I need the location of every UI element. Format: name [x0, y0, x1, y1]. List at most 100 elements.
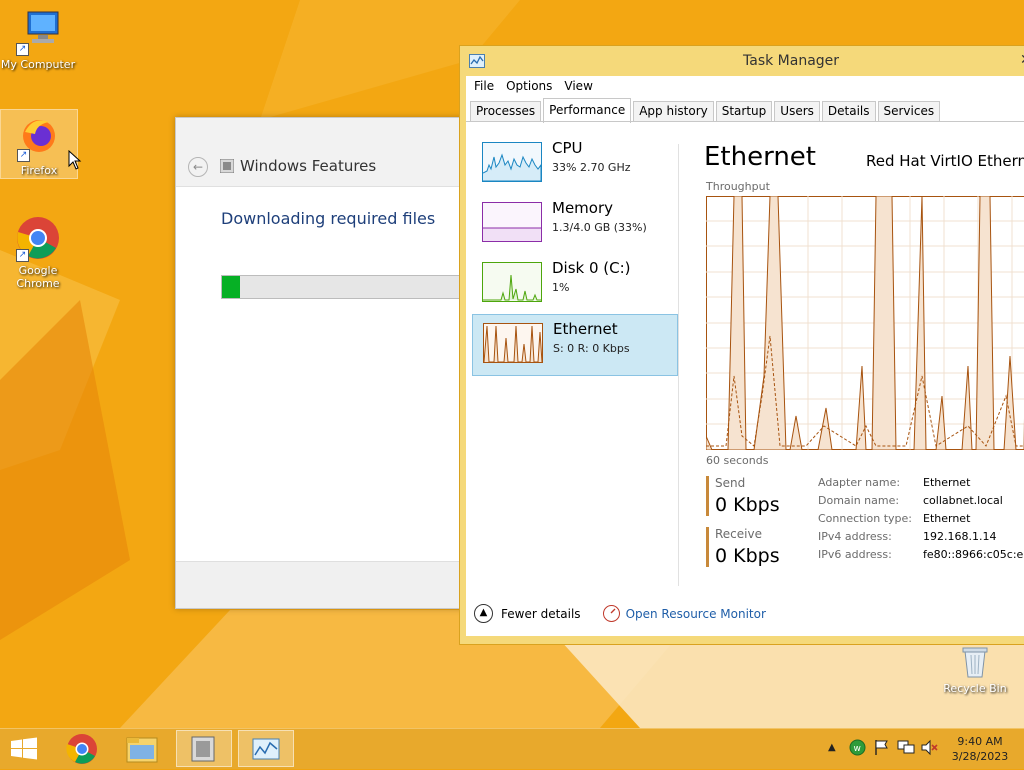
tab-app-history[interactable]: App history: [633, 101, 714, 121]
desktop-icon-google-chrome[interactable]: ↗ Google Chrome: [0, 214, 76, 290]
property-key: Adapter name:: [818, 476, 923, 489]
property-row: Connection type:Ethernet: [818, 512, 1024, 530]
menu-view[interactable]: View: [560, 76, 600, 96]
resource-value: 1.3/4.0 GB (33%): [552, 221, 647, 234]
folder-icon: [114, 730, 170, 767]
resource-value: 33% 2.70 GHz: [552, 161, 631, 174]
system-clock[interactable]: 9:40 AM 3/28/2023: [950, 734, 1010, 764]
resource-name: CPU: [552, 139, 583, 157]
desktop-icon-label: Firefox: [1, 164, 77, 177]
taskbar-task-manager-button[interactable]: [238, 730, 294, 767]
fewer-details-link[interactable]: Fewer details: [501, 607, 581, 621]
network-icon[interactable]: [897, 739, 915, 756]
desktop-icon-my-computer[interactable]: ↗ My Computer: [0, 8, 76, 71]
taskbar: ▲ w 9:40 AM 3/28/2023: [0, 728, 1024, 769]
task-manager-client: File Options View Processes Performance …: [466, 76, 1024, 636]
chrome-icon: [54, 730, 110, 767]
ethernet-thumbnail-graph: [483, 323, 543, 363]
menu-bar: File Options View: [466, 76, 1024, 96]
panel-divider: [678, 144, 679, 586]
download-progress-bar: [221, 275, 478, 299]
desktop-icon-label: Recycle Bin: [938, 682, 1012, 695]
start-button[interactable]: [0, 730, 48, 767]
tab-services[interactable]: Services: [878, 101, 941, 121]
tab-details[interactable]: Details: [822, 101, 876, 121]
desktop-icon-label: Google Chrome: [8, 264, 68, 290]
resource-item-memory[interactable]: Memory 1.3/4.0 GB (33%): [472, 194, 676, 254]
svg-text:w: w: [854, 744, 861, 754]
volume-muted-icon[interactable]: [920, 739, 938, 756]
show-hidden-icons-chevron-icon[interactable]: ▲: [828, 742, 836, 753]
desktop-icon-recycle-bin[interactable]: Recycle Bin: [938, 643, 1012, 695]
back-arrow-icon[interactable]: ←: [188, 157, 208, 177]
mouse-cursor-icon: [68, 150, 82, 170]
send-stat: Send 0 Kbps: [706, 476, 780, 516]
receive-stat: Receive 0 Kbps: [706, 527, 780, 567]
property-key: IPv4 address:: [818, 530, 923, 543]
property-row: Domain name:collabnet.local: [818, 494, 1024, 512]
shortcut-arrow-icon: ↗: [16, 43, 29, 56]
dialog-footer: [176, 561, 476, 608]
recycle-bin-icon: [958, 643, 992, 679]
open-resource-monitor-link[interactable]: Open Resource Monitor: [626, 607, 766, 621]
property-value: collabnet.local: [923, 494, 1003, 507]
taskbar-file-explorer-button[interactable]: [114, 730, 170, 767]
resource-item-ethernet[interactable]: Ethernet S: 0 R: 0 Kbps: [472, 314, 678, 376]
taskbar-chrome-button[interactable]: [54, 730, 110, 767]
task-manager-window: Task Manager ✕ File Options View Process…: [459, 45, 1024, 645]
tab-startup[interactable]: Startup: [716, 101, 773, 121]
tab-users[interactable]: Users: [774, 101, 820, 121]
window-title: Task Manager: [743, 53, 839, 69]
adapter-properties: Adapter name:Ethernet Domain name:collab…: [818, 476, 1024, 566]
taskbar-windows-features-button[interactable]: [176, 730, 232, 767]
chrome-icon: ↗: [14, 214, 62, 262]
tab-performance[interactable]: Performance: [543, 98, 631, 123]
task-manager-icon: [239, 731, 293, 766]
dialog-title: Windows Features: [240, 157, 376, 175]
tray-app-icon[interactable]: w: [849, 739, 866, 756]
send-value: 0 Kbps: [715, 494, 780, 516]
desktop-icon-firefox[interactable]: ↗ Firefox: [1, 110, 77, 178]
throughput-graph: [706, 196, 1024, 450]
shortcut-arrow-icon: ↗: [16, 249, 29, 262]
firefox-icon: ↗: [15, 114, 63, 162]
resource-value: 1%: [552, 281, 569, 294]
close-icon[interactable]: ✕: [1020, 52, 1024, 68]
cpu-thumbnail-graph: [482, 142, 542, 182]
tab-processes[interactable]: Processes: [470, 101, 541, 121]
property-row: IPv4 address:192.168.1.14: [818, 530, 1024, 548]
tab-divider: [466, 121, 1024, 122]
throughput-label: Throughput: [706, 180, 770, 193]
windows-features-dialog: ← Windows Features Downloading required …: [175, 117, 477, 609]
shortcut-arrow-icon: ↗: [17, 149, 30, 162]
property-value: fe80::8966:c05c:e02: [923, 548, 1024, 561]
menu-options[interactable]: Options: [502, 76, 560, 96]
resource-item-cpu[interactable]: CPU 33% 2.70 GHz: [472, 134, 676, 194]
detail-title: Ethernet: [704, 142, 816, 172]
property-key: Connection type:: [818, 512, 923, 525]
windows-features-icon: [220, 159, 234, 173]
receive-label: Receive: [715, 527, 780, 541]
resource-item-disk[interactable]: Disk 0 (C:) 1%: [472, 254, 676, 314]
memory-thumbnail-graph: [482, 202, 542, 242]
resource-name: Memory: [552, 199, 613, 217]
send-label: Send: [715, 476, 780, 490]
title-bar[interactable]: Task Manager ✕: [460, 46, 1024, 76]
flag-icon[interactable]: [874, 739, 890, 756]
receive-value: 0 Kbps: [715, 545, 780, 567]
property-key: IPv6 address:: [818, 548, 923, 561]
resource-name: Disk 0 (C:): [552, 259, 631, 277]
clock-date: 3/28/2023: [950, 749, 1010, 764]
status-message: Downloading required files: [221, 209, 435, 228]
resource-name: Ethernet: [553, 320, 618, 338]
dialog-header: ← Windows Features: [176, 118, 476, 187]
property-row: IPv6 address:fe80::8966:c05c:e02: [818, 548, 1024, 566]
menu-file[interactable]: File: [470, 76, 502, 96]
time-axis-label: 60 seconds: [706, 454, 768, 467]
computer-icon: ↗: [14, 8, 62, 56]
chevron-up-icon[interactable]: ▲: [474, 604, 493, 623]
task-manager-icon: [469, 54, 485, 68]
property-value: Ethernet: [923, 476, 970, 489]
adapter-name: Red Hat VirtIO Ethernet: [866, 152, 1024, 170]
disk-thumbnail-graph: [482, 262, 542, 302]
